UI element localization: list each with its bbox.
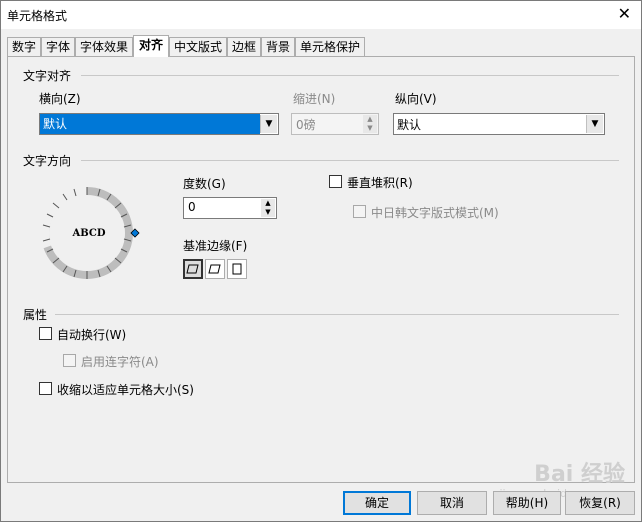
spin-down-icon[interactable]: ▼	[363, 124, 377, 133]
rotation-dial[interactable]: ABCD	[35, 181, 145, 285]
cancel-button[interactable]: 取消	[417, 491, 487, 515]
horizontal-value: 默认	[40, 114, 260, 134]
baidu-watermark: Bai 经验	[534, 462, 625, 487]
tab-font[interactable]: 字体	[41, 37, 75, 56]
format-cells-dialog: 单元格格式 ✕ 数字 字体 字体效果 对齐 中文版式 边框 背景 单元格保护 文…	[0, 0, 642, 522]
spin-down-icon[interactable]: ▼	[261, 208, 275, 217]
wrap-text-checkbox[interactable]	[39, 327, 52, 340]
close-icon[interactable]: ✕	[618, 5, 631, 23]
dialog-title: 单元格格式	[7, 9, 68, 23]
section-properties: 属性	[23, 308, 48, 322]
edge-top-icon	[208, 264, 221, 274]
shrink-to-fit-label: 收缩以适应单元格大小(S)	[57, 383, 194, 397]
vertical-stack-checkbox[interactable]	[329, 175, 342, 188]
wrap-text-label: 自动换行(W)	[57, 328, 127, 342]
vertical-label: 纵向(V)	[395, 92, 437, 106]
degrees-label: 度数(G)	[183, 177, 226, 191]
base-edge-top-button[interactable]	[205, 259, 225, 279]
asian-layout-label: 中日韩文字版式模式(M)	[371, 206, 499, 220]
edge-bottom-icon	[186, 264, 199, 274]
hyphenation-checkbox[interactable]	[63, 354, 76, 367]
divider	[81, 75, 619, 76]
base-edge-inside-button[interactable]	[227, 259, 247, 279]
divider	[55, 314, 619, 315]
vertical-value: 默认	[397, 118, 422, 132]
hyphenation-label: 启用连字符(A)	[81, 355, 159, 369]
help-button[interactable]: 帮助(H)	[493, 491, 561, 515]
vertical-stack-label: 垂直堆积(R)	[347, 176, 413, 190]
tab-borders[interactable]: 边框	[227, 37, 261, 56]
dial-sample-text: ABCD	[71, 228, 105, 239]
degrees-value: 0	[188, 200, 196, 214]
reset-button[interactable]: 恢复(R)	[565, 491, 635, 515]
horizontal-label: 横向(Z)	[39, 92, 81, 106]
ok-button[interactable]: 确定	[343, 491, 411, 515]
vertical-select[interactable]: 默认 ▼	[393, 113, 605, 135]
indent-stepper[interactable]: 0磅 ▲ ▼	[291, 113, 379, 135]
base-edge-label: 基准边缘(F)	[183, 239, 248, 253]
tab-font-effects[interactable]: 字体效果	[75, 37, 133, 56]
tab-number[interactable]: 数字	[7, 37, 41, 56]
tab-cell-protection[interactable]: 单元格保护	[295, 37, 365, 56]
tab-background[interactable]: 背景	[261, 37, 295, 56]
tab-alignment[interactable]: 对齐	[133, 35, 169, 57]
degrees-stepper[interactable]: 0 ▲ ▼	[183, 197, 277, 219]
indent-value: 0磅	[296, 118, 316, 132]
title-bar: 单元格格式 ✕	[1, 1, 641, 29]
chevron-down-icon[interactable]: ▼	[586, 115, 603, 133]
tab-asian-typography[interactable]: 中文版式	[169, 37, 227, 56]
edge-inside-icon	[232, 263, 242, 275]
shrink-to-fit-checkbox[interactable]	[39, 382, 52, 395]
indent-label: 缩进(N)	[293, 92, 336, 106]
section-text-direction: 文字方向	[23, 154, 72, 168]
base-edge-bottom-button[interactable]	[183, 259, 203, 279]
horizontal-select[interactable]: 默认 ▼	[39, 113, 279, 135]
asian-layout-checkbox[interactable]	[353, 205, 366, 218]
divider	[81, 160, 619, 161]
chevron-down-icon[interactable]: ▼	[260, 115, 277, 133]
section-text-alignment: 文字对齐	[23, 69, 72, 83]
